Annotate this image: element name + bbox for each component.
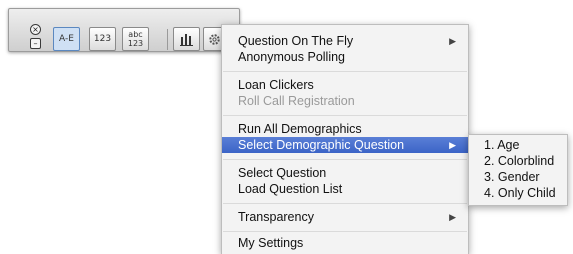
- menu-item-anonymous-polling[interactable]: Anonymous Polling: [222, 49, 468, 65]
- menu-item-select-demographic-question[interactable]: Select Demographic Question ▶: [222, 137, 468, 153]
- menu-item-question-on-the-fly[interactable]: Question On The Fly ▶: [222, 33, 468, 49]
- menu-separator: [223, 115, 467, 116]
- multiple-choice-label: A-E: [59, 34, 74, 44]
- submenu-item-only-child[interactable]: 4. Only Child: [469, 185, 567, 201]
- submenu-arrow-icon: ▶: [449, 36, 456, 46]
- menu-item-loan-clickers[interactable]: Loan Clickers: [222, 77, 468, 93]
- menu-item-label: Run All Demographics: [238, 122, 362, 136]
- menu-item-label: Question On The Fly: [238, 34, 354, 48]
- submenu-item-label: 3. Gender: [484, 170, 540, 184]
- minimize-icon[interactable]: –: [30, 38, 41, 49]
- demographic-question-submenu: 1. Age 2. Colorblind 3. Gender 4. Only C…: [468, 134, 568, 206]
- menu-separator: [223, 231, 467, 232]
- menu-item-label: Anonymous Polling: [238, 50, 346, 64]
- submenu-item-label: 2. Colorblind: [484, 154, 555, 168]
- submenu-arrow-icon: ▶: [449, 140, 456, 150]
- polling-toolbar: × – A-E 123 abc 123: [8, 8, 240, 52]
- menu-item-label: Roll Call Registration: [238, 94, 355, 108]
- alphanumeric-label: abc 123: [127, 30, 144, 48]
- menu-item-load-question-list[interactable]: Load Question List: [222, 181, 468, 197]
- menu-separator: [223, 71, 467, 72]
- numeric-button[interactable]: 123: [89, 27, 116, 51]
- submenu-item-label: 4. Only Child: [484, 186, 556, 200]
- numeric-label: 123: [93, 34, 112, 44]
- toolbar-separator: [167, 29, 168, 50]
- submenu-item-colorblind[interactable]: 2. Colorblind: [469, 153, 567, 169]
- chart-bars-icon: [179, 33, 193, 46]
- menu-item-transparency[interactable]: Transparency ▶: [222, 209, 468, 225]
- menu-item-label: Transparency: [238, 210, 314, 224]
- menu-item-select-question[interactable]: Select Question: [222, 165, 468, 181]
- menu-item-label: Loan Clickers: [238, 78, 314, 92]
- menu-separator: [223, 203, 467, 204]
- submenu-item-gender[interactable]: 3. Gender: [469, 169, 567, 185]
- close-icon[interactable]: ×: [30, 24, 41, 35]
- menu-item-my-settings[interactable]: My Settings: [222, 235, 468, 251]
- menu-item-label: Select Demographic Question: [238, 138, 405, 152]
- menu-item-run-all-demographics[interactable]: Run All Demographics: [222, 121, 468, 137]
- results-chart-button[interactable]: [173, 27, 200, 51]
- submenu-arrow-icon: ▶: [449, 212, 456, 222]
- menu-item-label: My Settings: [238, 236, 304, 250]
- menu-item-label: Select Question: [238, 166, 327, 180]
- multiple-choice-button[interactable]: A-E: [53, 27, 80, 51]
- submenu-item-age[interactable]: 1. Age: [469, 137, 567, 153]
- menu-item-label: Load Question List: [238, 182, 343, 196]
- submenu-item-label: 1. Age: [484, 138, 520, 152]
- gear-icon: [208, 33, 220, 45]
- menu-separator: [223, 159, 467, 160]
- settings-menu: Question On The Fly ▶ Anonymous Polling …: [221, 24, 469, 254]
- alphanumeric-button[interactable]: abc 123: [122, 27, 149, 51]
- menu-item-roll-call-registration: Roll Call Registration: [222, 93, 468, 109]
